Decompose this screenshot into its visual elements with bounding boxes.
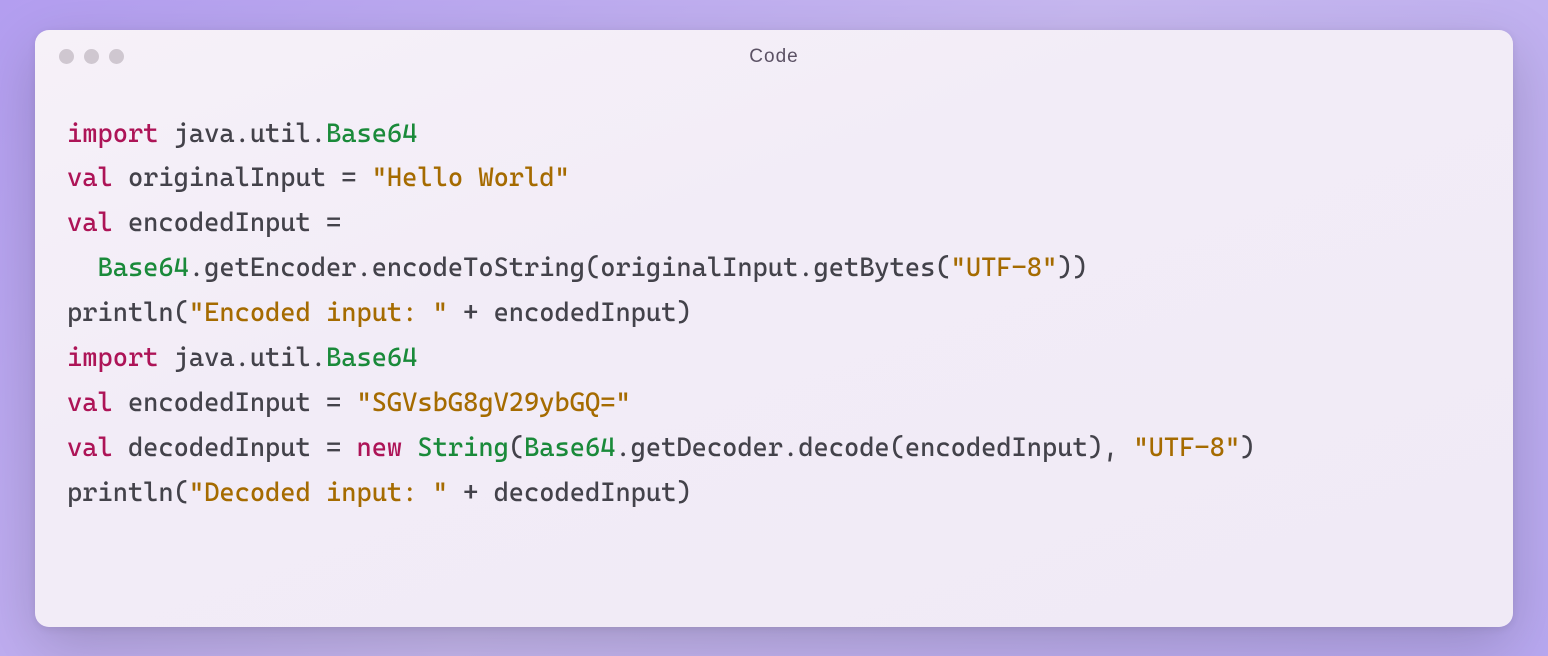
code-token: val: [67, 433, 113, 463]
code-token: "UTF-8": [1133, 433, 1240, 463]
code-token: "Decoded input: ": [189, 478, 448, 508]
code-token: (: [509, 433, 524, 463]
code-token: + decodedInput): [448, 478, 692, 508]
code-token: java.util.: [158, 343, 326, 373]
code-token: import: [67, 119, 158, 149]
code-token: println(: [67, 298, 189, 328]
code-token: "UTF-8": [951, 253, 1058, 283]
code-token: Base64: [326, 343, 417, 373]
code-token: originalInput =: [113, 163, 372, 193]
code-token: [67, 253, 97, 283]
code-line: println("Decoded input: " + decodedInput…: [67, 471, 1481, 516]
code-token: decodedInput =: [113, 433, 357, 463]
code-token: new: [356, 433, 402, 463]
minimize-icon[interactable]: [84, 49, 99, 64]
code-line: import java.util.Base64: [67, 112, 1481, 157]
window-title: Code: [749, 46, 798, 68]
code-window: Code import java.util.Base64val original…: [35, 30, 1513, 627]
code-line: import java.util.Base64: [67, 336, 1481, 381]
code-line: println("Encoded input: " + encodedInput…: [67, 291, 1481, 336]
code-token: println(: [67, 478, 189, 508]
code-token: Base64: [97, 253, 188, 283]
code-token: encodedInput =: [113, 208, 342, 238]
code-token: Base64: [326, 119, 417, 149]
code-token: + encodedInput): [448, 298, 692, 328]
code-token: val: [67, 208, 113, 238]
titlebar: Code: [35, 30, 1513, 84]
code-token: "Encoded input: ": [189, 298, 448, 328]
traffic-lights: [59, 49, 124, 64]
code-token: )): [1057, 253, 1087, 283]
code-line: val originalInput = "Hello World": [67, 156, 1481, 201]
code-content[interactable]: import java.util.Base64val originalInput…: [35, 84, 1513, 537]
code-token: "Hello World": [372, 163, 570, 193]
code-token: encodedInput =: [113, 388, 357, 418]
code-token: .getEncoder.encodeToString(originalInput…: [189, 253, 951, 283]
code-line: Base64.getEncoder.encodeToString(origina…: [67, 246, 1481, 291]
maximize-icon[interactable]: [109, 49, 124, 64]
code-token: String: [417, 433, 508, 463]
code-token: import: [67, 343, 158, 373]
code-token: java.util.: [158, 119, 326, 149]
code-token: val: [67, 163, 113, 193]
close-icon[interactable]: [59, 49, 74, 64]
code-token: .getDecoder.decode(encodedInput),: [615, 433, 1133, 463]
code-line: val encodedInput = "SGVsbG8gV29ybGQ=": [67, 381, 1481, 426]
code-line: val decodedInput = new String(Base64.get…: [67, 426, 1481, 471]
code-token: [402, 433, 417, 463]
code-token: ): [1240, 433, 1255, 463]
code-line: val encodedInput =: [67, 201, 1481, 246]
code-token: val: [67, 388, 113, 418]
code-token: Base64: [524, 433, 615, 463]
code-token: "SGVsbG8gV29ybGQ=": [356, 388, 630, 418]
